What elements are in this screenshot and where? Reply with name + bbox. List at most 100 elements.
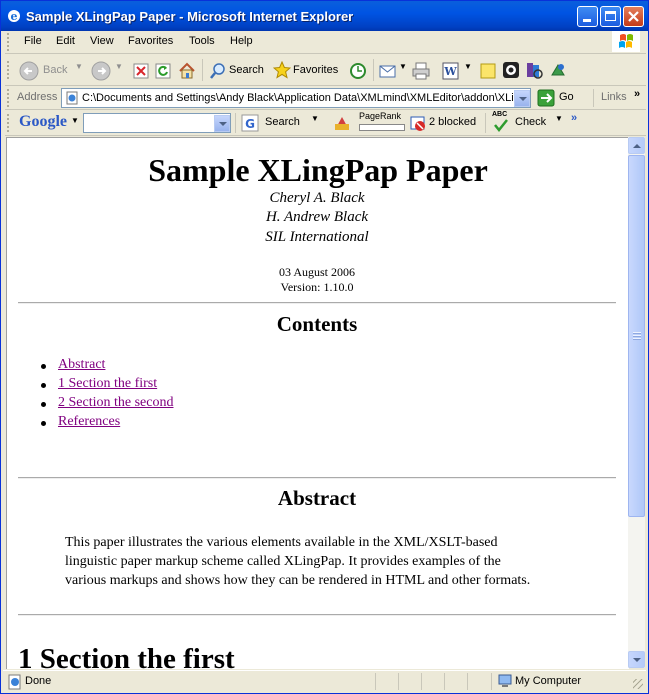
abstract-line: linguistic paper markup scheme called XL… <box>65 554 501 569</box>
go-arrow-icon[interactable] <box>537 89 555 107</box>
menu-grip[interactable] <box>7 33 12 51</box>
refresh-icon[interactable] <box>155 63 171 79</box>
author-affiliation: SIL International <box>265 229 369 245</box>
thumb-grip-line <box>633 335 641 337</box>
menu-file[interactable]: File <box>24 35 42 47</box>
resize-grip[interactable] <box>633 679 643 689</box>
google-search-input[interactable] <box>83 113 231 133</box>
paper-title: Sample XLingPap Paper <box>148 152 488 188</box>
status-divider <box>398 673 399 690</box>
spellcheck-dropdown-icon[interactable]: ▼ <box>555 114 563 123</box>
address-grip[interactable] <box>7 89 12 107</box>
divider <box>18 614 616 616</box>
google-search-dropdown-icon[interactable]: ▼ <box>311 114 319 123</box>
forward-arrow-icon[interactable] <box>91 61 111 81</box>
scroll-thumb[interactable] <box>628 155 645 517</box>
spellcheck-icon[interactable] <box>493 118 509 132</box>
svg-text:W: W <box>443 65 457 78</box>
my-computer-icon <box>498 674 512 687</box>
forward-dropdown-icon[interactable]: ▼ <box>115 62 123 71</box>
google-search-button[interactable]: Search <box>265 116 300 128</box>
standard-toolbar: Back ▼ ▼ Search Favorites ▼ W ▼ <box>5 55 646 86</box>
title-bar[interactable]: e Sample XLingPap Paper - Microsoft Inte… <box>1 1 648 31</box>
toc-item: Abstract <box>41 357 173 376</box>
edit-dropdown-icon[interactable]: ▼ <box>464 62 472 71</box>
print-icon[interactable] <box>411 61 431 81</box>
pagerank-label[interactable]: PageRank <box>359 111 401 121</box>
toolbar-separator <box>373 59 374 81</box>
links-chevron-icon[interactable]: » <box>634 88 640 100</box>
status-divider <box>421 673 422 690</box>
ie-logo-icon: e <box>8 10 20 23</box>
menu-favorites[interactable]: Favorites <box>128 35 173 47</box>
extra-tool-icon[interactable] <box>549 61 567 79</box>
menu-edit[interactable]: Edit <box>56 35 75 47</box>
paper-version: Version: 1.10.0 <box>280 280 354 294</box>
pagerank-bar <box>359 124 405 131</box>
toolbar-grip[interactable] <box>7 61 12 79</box>
security-zone: My Computer <box>515 675 582 687</box>
edit-word-icon[interactable]: W <box>441 61 461 81</box>
abstract-heading: Abstract <box>277 486 357 510</box>
close-button[interactable] <box>623 6 644 27</box>
thumb-grip-line <box>633 332 641 334</box>
messenger-icon[interactable] <box>502 61 520 79</box>
abstract-line: various markups and shows how they can b… <box>65 573 531 588</box>
home-icon[interactable] <box>177 61 197 81</box>
search-icon[interactable] <box>209 62 227 80</box>
toolbar-separator <box>202 59 203 81</box>
google-grip[interactable] <box>7 114 12 132</box>
scroll-down-button[interactable] <box>628 651 645 668</box>
address-url[interactable]: C:\Documents and Settings\Andy Black\App… <box>82 92 530 104</box>
google-logo[interactable]: Google <box>19 113 67 131</box>
google-overflow-chevron-icon[interactable]: » <box>571 112 577 124</box>
back-arrow-icon[interactable] <box>19 61 39 81</box>
discuss-note-icon[interactable] <box>479 62 497 80</box>
page-content: Sample XLingPap Paper Cheryl A. Black H.… <box>6 137 629 669</box>
go-button[interactable]: Go <box>559 91 574 103</box>
vertical-scrollbar[interactable] <box>628 137 645 668</box>
toc-link-section-2[interactable]: 2 Section the second <box>58 395 173 410</box>
google-g-icon[interactable]: G <box>241 114 259 132</box>
favorites-star-icon[interactable] <box>273 61 291 79</box>
links-label[interactable]: Links <box>601 91 627 103</box>
history-icon[interactable] <box>349 62 367 80</box>
toc-link-section-1[interactable]: 1 Section the first <box>58 376 157 391</box>
back-dropdown-icon[interactable]: ▼ <box>75 62 83 71</box>
mail-icon[interactable] <box>379 63 399 79</box>
section-1-heading: 1 Section the first <box>18 643 235 669</box>
status-bar: Done My Computer <box>3 670 646 693</box>
address-separator <box>593 89 594 107</box>
favorites-button[interactable]: Favorites <box>293 64 338 76</box>
author-1: Cheryl A. Black <box>269 190 365 206</box>
abstract-paragraph: This paper illustrates the various eleme… <box>65 533 575 590</box>
toc-link-abstract[interactable]: Abstract <box>58 357 105 372</box>
status-divider <box>375 673 376 690</box>
research-icon[interactable] <box>525 61 543 79</box>
popup-blocker-icon[interactable] <box>409 114 427 132</box>
news-icon[interactable] <box>333 114 351 132</box>
search-button[interactable]: Search <box>229 64 264 76</box>
scroll-up-button[interactable] <box>628 137 645 154</box>
thumb-grip-line <box>633 338 641 340</box>
menu-help[interactable]: Help <box>230 35 253 47</box>
mail-dropdown-icon[interactable]: ▼ <box>399 62 407 71</box>
address-dropdown-button[interactable] <box>514 90 530 107</box>
google-search-dropdown[interactable] <box>214 115 230 132</box>
back-button[interactable]: Back <box>43 64 67 76</box>
toc-link-references[interactable]: References <box>58 414 120 429</box>
address-field[interactable]: C:\Documents and Settings\Andy Black\App… <box>61 88 531 108</box>
google-separator <box>235 113 236 133</box>
maximize-button[interactable] <box>600 6 621 27</box>
minimize-button[interactable] <box>577 6 598 27</box>
divider <box>18 477 616 479</box>
menu-bar: File Edit View Favorites Tools Help <box>5 31 646 54</box>
google-menu-dropdown-icon[interactable]: ▼ <box>71 116 79 125</box>
abstract-line: This paper illustrates the various eleme… <box>65 535 498 550</box>
stop-icon[interactable] <box>133 63 149 79</box>
ie-window: e Sample XLingPap Paper - Microsoft Inte… <box>0 0 649 694</box>
popups-blocked-count[interactable]: 2 blocked <box>429 116 476 128</box>
spellcheck-button[interactable]: Check <box>515 116 546 128</box>
menu-tools[interactable]: Tools <box>189 35 215 47</box>
menu-view[interactable]: View <box>90 35 114 47</box>
